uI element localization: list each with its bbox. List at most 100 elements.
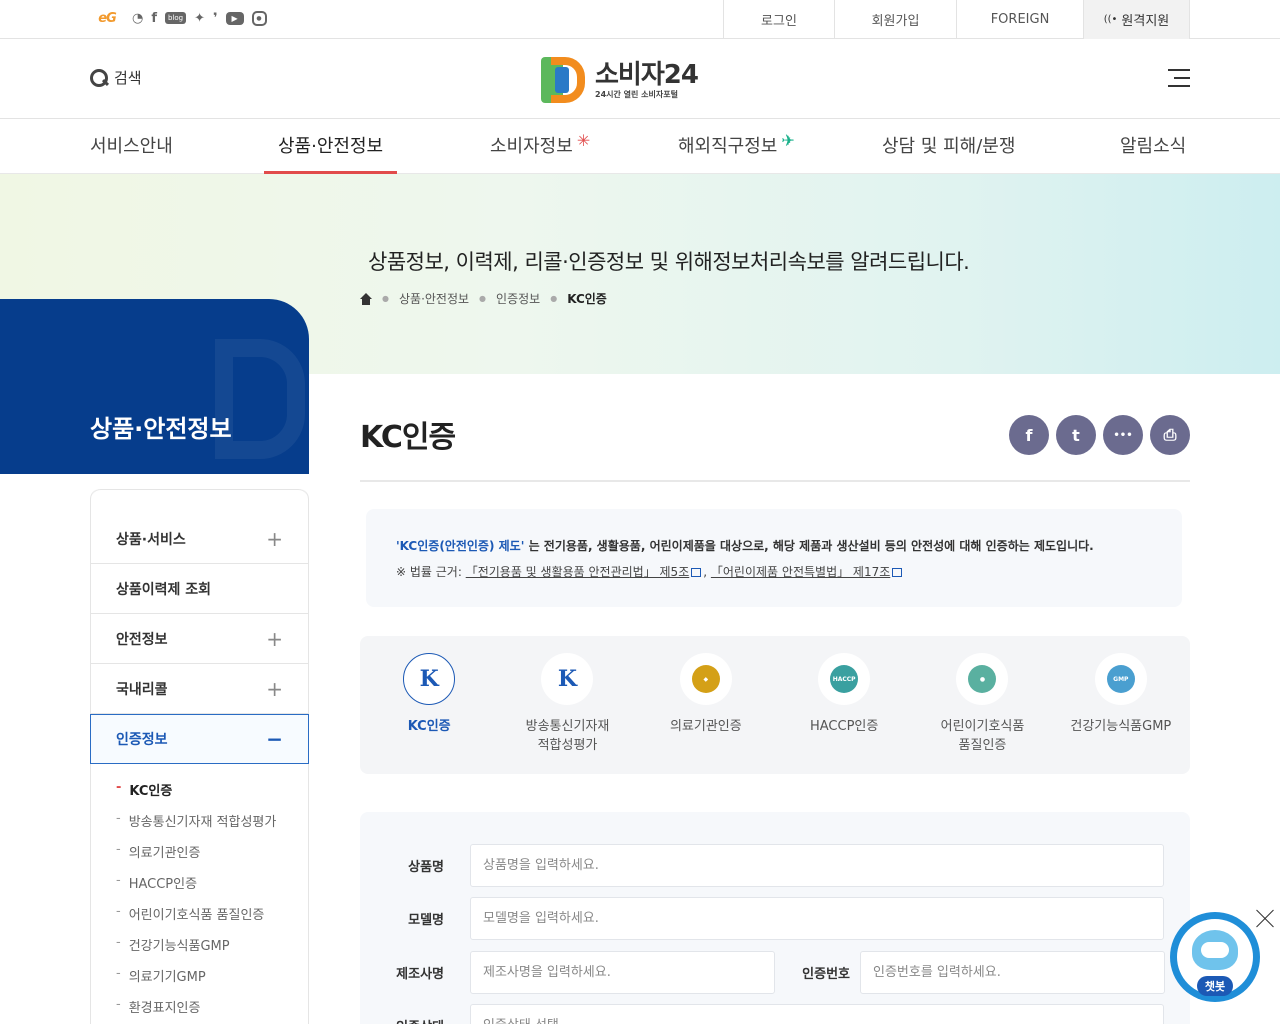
print-icon[interactable]: ⎙ bbox=[1150, 415, 1190, 455]
rss-icon[interactable]: ◔ bbox=[132, 9, 143, 27]
sparkle-icon: ✳ bbox=[576, 131, 591, 150]
pin-icon[interactable]: ❜ bbox=[213, 9, 218, 27]
eg-logo-icon[interactable]: eG bbox=[90, 9, 124, 27]
foreign-link[interactable]: FOREIGN bbox=[956, 0, 1083, 39]
menu-icon[interactable] bbox=[1168, 69, 1190, 87]
gmp-icon: GMP bbox=[1094, 653, 1147, 705]
law-link-2[interactable]: 「어린이제품 안전특별법」 제17조 bbox=[711, 565, 890, 579]
sidebar-item-safety[interactable]: 안전정보 + bbox=[91, 614, 308, 664]
nav-service-info[interactable]: 서비스안내 bbox=[90, 119, 173, 174]
chatbot-close-icon[interactable] bbox=[1255, 909, 1275, 929]
model-name-label: 모델명 bbox=[408, 913, 444, 928]
submenu-item-kc[interactable]: KC인증 bbox=[116, 780, 308, 811]
model-name-input[interactable] bbox=[470, 897, 1164, 940]
remote-support-label: 원격지원 bbox=[1121, 14, 1170, 29]
site-logo[interactable]: 소비자24 24시간 열린 소비자포털 bbox=[541, 55, 699, 105]
sidebar-item-certification[interactable]: 인증정보 − bbox=[90, 714, 309, 764]
search-button[interactable]: 검색 bbox=[90, 67, 142, 88]
product-name-input[interactable] bbox=[470, 844, 1164, 887]
sidebar-item-label: 안전정보 bbox=[116, 631, 168, 648]
sidebar-title: 상품·안전정보 bbox=[90, 415, 232, 443]
plus-icon: + bbox=[266, 626, 283, 651]
tab-label: HACCP인증 bbox=[809, 719, 879, 734]
nav-consumer-info[interactable]: 소비자정보 ✳ bbox=[490, 119, 590, 174]
tab-label: 의료기관인증 bbox=[669, 719, 742, 734]
twitter-share-icon[interactable]: t bbox=[1056, 415, 1096, 455]
tab-broadcast[interactable]: K 방송통신기자재 적합성평가 bbox=[498, 636, 636, 774]
chatbot-button[interactable]: 챗봇 bbox=[1170, 912, 1260, 1002]
logo-title: 소비자24 bbox=[595, 59, 699, 90]
notice-line-2: ※ 법률 근거: 「전기용품 및 생활용품 안전관리법」 제5조, 「어린이제품… bbox=[396, 563, 1152, 580]
kc-icon: K bbox=[403, 653, 456, 705]
sidebar-item-product-service[interactable]: 상품·서비스 + bbox=[91, 514, 308, 564]
submenu-item-broadcast[interactable]: 방송통신기자재 적합성평가 bbox=[116, 811, 308, 842]
nav-overseas-info[interactable]: 해외직구정보 ✈ bbox=[678, 119, 795, 174]
notice-line-1: 'KC인증(안전인증) 제도' 는 전기용품, 생활용품, 어린이제품을 대상으… bbox=[396, 537, 1152, 554]
tab-label: 어린이기호식품 품질인증 bbox=[940, 719, 1025, 753]
nav-consult-dispute[interactable]: 상담 및 피해/분쟁 bbox=[882, 119, 1015, 174]
cert-status-label: 인증상태 bbox=[360, 1016, 470, 1024]
tab-health-gmp[interactable]: GMP 건강기능식품GMP bbox=[1052, 636, 1190, 774]
nav-product-safety[interactable]: 상품·안전정보 bbox=[263, 119, 398, 174]
cert-status-select[interactable] bbox=[470, 1004, 1164, 1024]
cert-number-label: 인증번호 bbox=[802, 967, 850, 982]
sidebar-item-label: 국내리콜 bbox=[116, 681, 168, 698]
facebook-icon[interactable]: f bbox=[151, 9, 157, 27]
law-link-1[interactable]: 「전기용품 및 생활용품 안전관리법」 제5조 bbox=[466, 565, 690, 579]
sidebar-header: 상품·안전정보 bbox=[0, 299, 309, 474]
external-link-icon bbox=[892, 568, 903, 577]
home-icon[interactable] bbox=[360, 292, 372, 305]
airplane-icon: ✈ bbox=[781, 131, 795, 150]
medical-cert-icon: ◆ bbox=[679, 653, 732, 705]
sidebar-item-domestic-recall[interactable]: 국내리콜 + bbox=[91, 664, 308, 714]
sidebar-item-label: 상품·서비스 bbox=[116, 531, 186, 548]
nav-consumer-info-label: 소비자정보 bbox=[490, 136, 573, 157]
login-link[interactable]: 로그인 bbox=[723, 0, 834, 39]
blog-icon[interactable]: blog bbox=[165, 12, 187, 24]
sidebar-submenu: KC인증 방송통신기자재 적합성평가 의료기관인증 HACCP인증 어린이기호식… bbox=[91, 764, 308, 1024]
cert-number-input[interactable] bbox=[860, 951, 1165, 994]
tab-children-food[interactable]: ● 어린이기호식품 품질인증 bbox=[913, 636, 1051, 774]
children-food-icon: ● bbox=[956, 653, 1009, 705]
tab-kc[interactable]: K KC인증 bbox=[360, 636, 498, 774]
logo-mark-icon bbox=[541, 55, 587, 105]
page-title: KC인증 bbox=[360, 420, 456, 455]
plus-icon: + bbox=[266, 676, 283, 701]
tab-label: KC인증 bbox=[407, 719, 451, 734]
notice-text: 는 전기용품, 생활용품, 어린이제품을 대상으로, 해당 제품과 생산설비 등… bbox=[524, 539, 1094, 553]
remote-support-link[interactable]: ((• 원격지원 bbox=[1083, 0, 1190, 39]
search-icon bbox=[90, 68, 108, 87]
sidebar-item-label: 인증정보 bbox=[116, 732, 168, 748]
notice-law-prefix: ※ 법률 근거: bbox=[396, 565, 466, 579]
logo-subtitle: 24시간 열린 소비자포털 bbox=[595, 89, 678, 99]
social-links: eG ◔ f blog ✦ ❜ ▶ ● bbox=[90, 9, 267, 27]
notice-highlight: 'KC인증(안전인증) 제도' bbox=[396, 539, 525, 553]
submenu-item-health-gmp[interactable]: 건강기능식품GMP bbox=[116, 935, 308, 966]
breadcrumb-item[interactable]: 상품·안전정보 bbox=[399, 290, 469, 307]
sidebar-item-label: 상품이력제 조회 bbox=[116, 581, 212, 598]
submenu-item-eco-label[interactable]: 환경표지인증 bbox=[116, 997, 308, 1024]
share-buttons: f t ••• ⎙ bbox=[1009, 415, 1190, 455]
talk-share-icon[interactable]: ••• bbox=[1103, 415, 1143, 455]
submenu-item-children-food[interactable]: 어린이기호식품 품질인증 bbox=[116, 904, 308, 935]
maker-name-input[interactable] bbox=[470, 951, 775, 994]
twitter-icon[interactable]: ✦ bbox=[194, 9, 205, 27]
instagram-icon[interactable]: ● bbox=[251, 10, 267, 26]
join-link[interactable]: 회원가입 bbox=[834, 0, 956, 39]
nav-notice[interactable]: 알림소식 bbox=[1120, 119, 1186, 174]
breadcrumb-item[interactable]: 인증정보 bbox=[496, 290, 540, 307]
sidebar-item-traceability[interactable]: 상품이력제 조회 bbox=[91, 564, 308, 614]
search-form: 상품명 모델명 제조사명 인증번호 인증상태 bbox=[360, 812, 1190, 1024]
tab-haccp[interactable]: HACCP HACCP인증 bbox=[775, 636, 913, 774]
submenu-item-medical-institution[interactable]: 의료기관인증 bbox=[116, 842, 308, 873]
tab-medical-institution[interactable]: ◆ 의료기관인증 bbox=[637, 636, 775, 774]
youtube-icon[interactable]: ▶ bbox=[225, 11, 244, 25]
breadcrumb: ● 상품·안전정보 ● 인증정보 ● KC인증 bbox=[360, 290, 607, 307]
facebook-share-icon[interactable]: f bbox=[1009, 415, 1049, 455]
external-link-icon bbox=[691, 568, 702, 577]
certification-tabs: K KC인증 K 방송통신기자재 적합성평가 ◆ 의료기관인증 HACCP HAC… bbox=[360, 636, 1190, 774]
sidebar-menu: 상품·서비스 + 상품이력제 조회 안전정보 + 국내리콜 + 인증정보 − K… bbox=[90, 489, 309, 1024]
submenu-item-medical-device-gmp[interactable]: 의료기기GMP bbox=[116, 966, 308, 997]
submenu-item-haccp[interactable]: HACCP인증 bbox=[116, 873, 308, 904]
minus-icon: − bbox=[266, 727, 283, 751]
